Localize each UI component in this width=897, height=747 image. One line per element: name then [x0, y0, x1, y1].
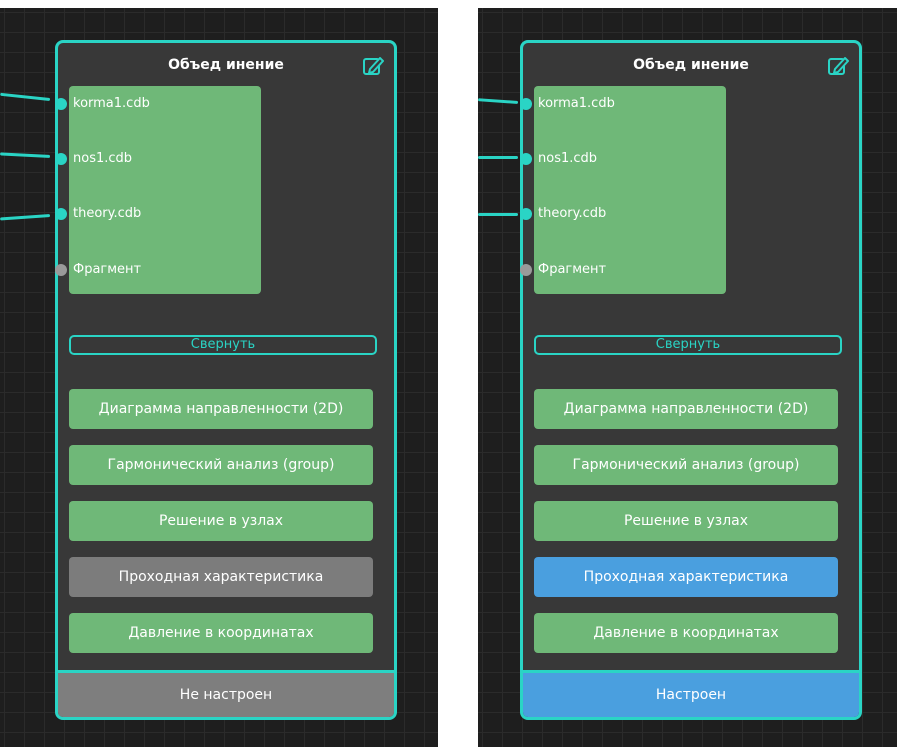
port-fragment[interactable]: Фрагмент — [520, 260, 607, 280]
port-korma1[interactable]: korma1.cdb — [520, 94, 615, 114]
port-label: nos1.cdb — [73, 151, 133, 166]
status-bar: Настроен — [523, 670, 859, 717]
port-label: korma1.cdb — [73, 96, 150, 111]
node-canvas-right[interactable]: Объед инение korma1.cdb nos1.cdb theory.… — [478, 8, 897, 747]
port-nos1[interactable]: nos1.cdb — [55, 149, 133, 169]
pressure-coordinates-button[interactable]: Давление в координатах — [69, 613, 373, 653]
wire-korma1[interactable] — [0, 92, 51, 101]
wire-korma1[interactable] — [478, 98, 519, 104]
port-connector-dot[interactable] — [55, 264, 67, 276]
collapse-button[interactable]: Свернуть — [69, 335, 377, 355]
port-nos1[interactable]: nos1.cdb — [520, 149, 598, 169]
status-bar: Не настроен — [58, 670, 394, 717]
wire-nos1[interactable] — [478, 156, 518, 159]
union-node[interactable]: Объед инение korma1.cdb nos1.cdb theory.… — [520, 40, 862, 720]
port-connector-dot[interactable] — [55, 98, 67, 110]
node-title: Объед инение — [633, 57, 749, 73]
directivity-diagram-button[interactable]: Диаграмма направленности (2D) — [69, 389, 373, 429]
wire-theory[interactable] — [0, 214, 51, 221]
port-label: Фрагмент — [538, 262, 607, 277]
port-theory[interactable]: theory.cdb — [55, 204, 142, 224]
union-node[interactable]: Объед инение korma1.cdb nos1.cdb theory.… — [55, 40, 397, 720]
port-connector-dot[interactable] — [520, 264, 532, 276]
node-title: Объед инение — [168, 57, 284, 73]
port-connector-dot[interactable] — [520, 153, 532, 165]
port-connector-dot[interactable] — [55, 153, 67, 165]
port-label: theory.cdb — [73, 206, 142, 221]
input-ports-panel: korma1.cdb nos1.cdb theory.cdb Фрагмент — [520, 86, 726, 294]
wire-nos1[interactable] — [0, 152, 51, 158]
port-korma1[interactable]: korma1.cdb — [55, 94, 150, 114]
node-solution-button[interactable]: Решение в узлах — [534, 501, 838, 541]
port-label: korma1.cdb — [538, 96, 615, 111]
port-connector-dot[interactable] — [520, 98, 532, 110]
port-connector-dot[interactable] — [520, 208, 532, 220]
port-label: Фрагмент — [73, 262, 142, 277]
input-ports-panel: korma1.cdb nos1.cdb theory.cdb Фрагмент — [55, 86, 261, 294]
port-label: theory.cdb — [538, 206, 607, 221]
port-fragment[interactable]: Фрагмент — [55, 260, 142, 280]
port-connector-dot[interactable] — [55, 208, 67, 220]
transfer-characteristic-button[interactable]: Проходная характеристика — [534, 557, 838, 597]
wire-theory[interactable] — [478, 213, 518, 216]
harmonic-analysis-button[interactable]: Гармонический анализ (group) — [534, 445, 838, 485]
directivity-diagram-button[interactable]: Диаграмма направленности (2D) — [534, 389, 838, 429]
node-canvas-left[interactable]: Объед инение korma1.cdb nos1.cdb theory.… — [0, 8, 438, 747]
pressure-coordinates-button[interactable]: Давление в координатах — [534, 613, 838, 653]
pencil-icon[interactable] — [827, 55, 849, 77]
harmonic-analysis-button[interactable]: Гармонический анализ (group) — [69, 445, 373, 485]
pencil-icon[interactable] — [362, 55, 384, 77]
port-theory[interactable]: theory.cdb — [520, 204, 607, 224]
node-solution-button[interactable]: Решение в узлах — [69, 501, 373, 541]
transfer-characteristic-button[interactable]: Проходная характеристика — [69, 557, 373, 597]
collapse-button[interactable]: Свернуть — [534, 335, 842, 355]
port-label: nos1.cdb — [538, 151, 598, 166]
